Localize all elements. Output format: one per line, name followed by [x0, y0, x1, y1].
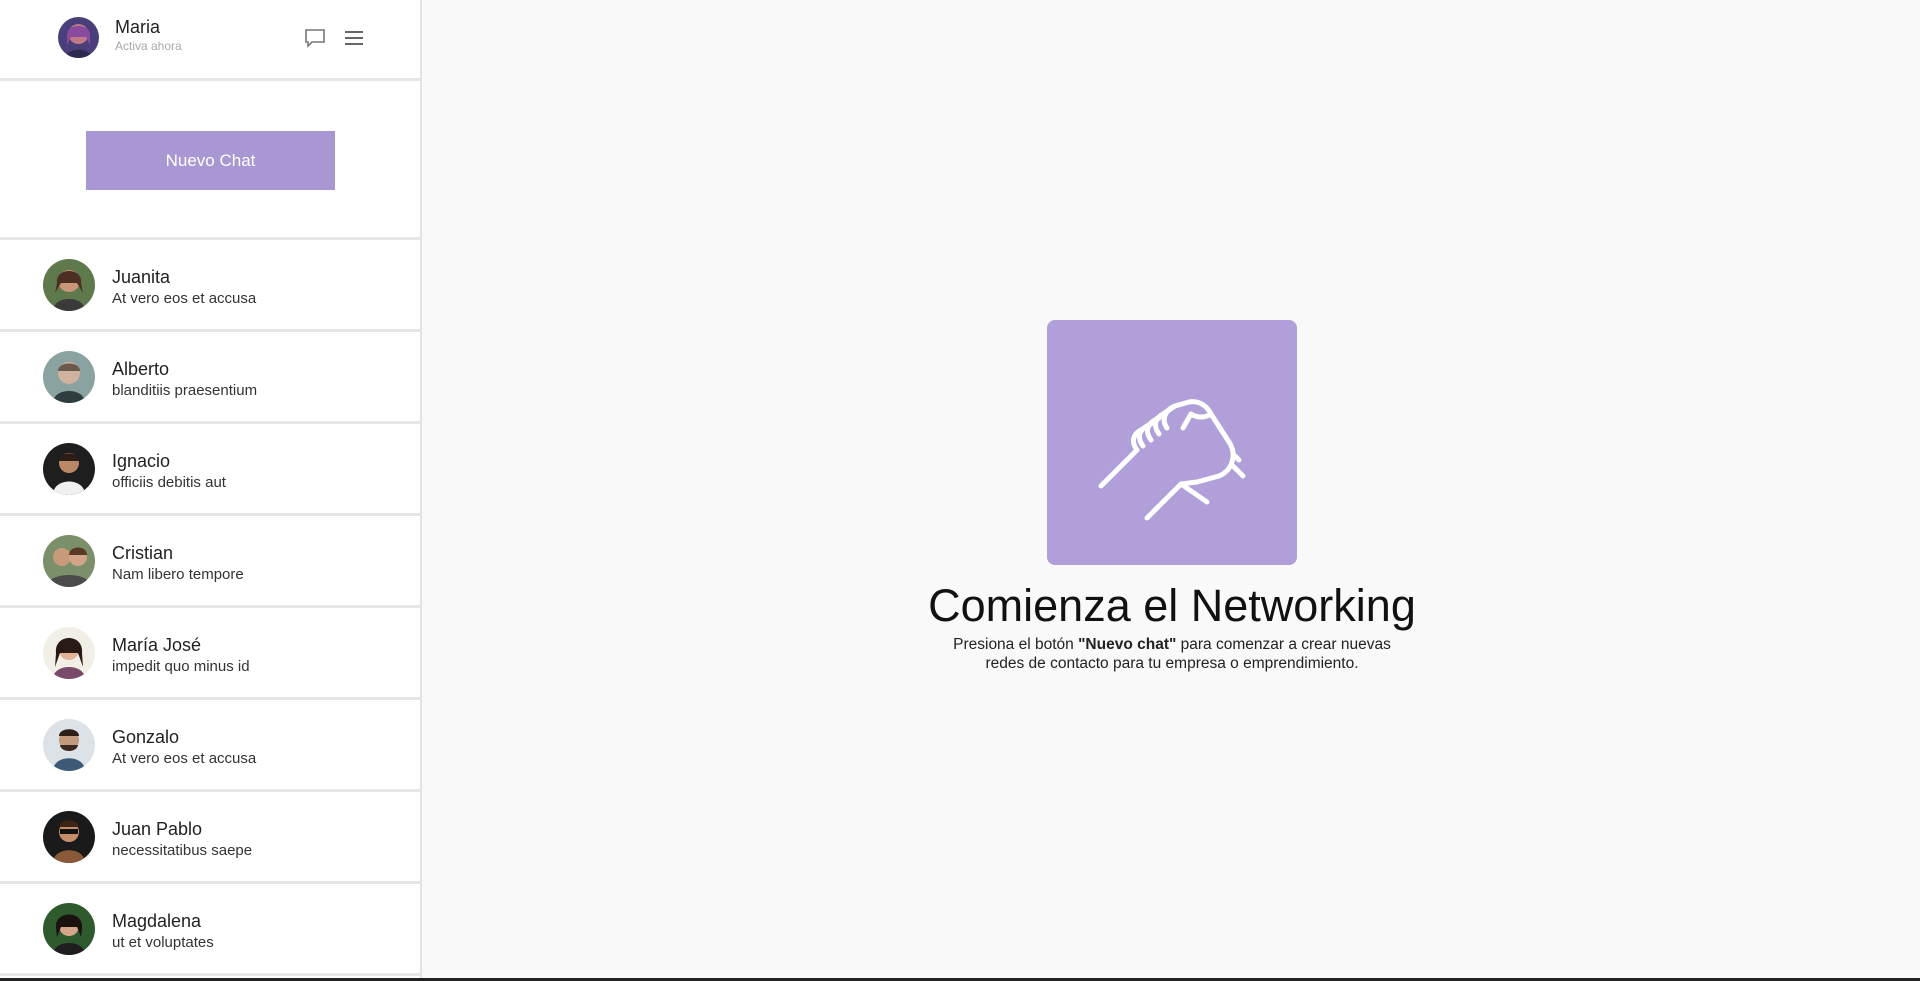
profile-name: Maria [115, 17, 161, 37]
avatar [43, 351, 95, 403]
avatar [43, 443, 95, 495]
contact-last-message: At vero eos et accusa [112, 750, 257, 767]
contact-last-message: At vero eos et accusa [112, 290, 257, 307]
contact-name: Juanita [112, 267, 171, 287]
hero-description: Presiona el botón "Nuevo chat" para come… [424, 635, 1920, 673]
contact-list: Juanita At vero eos et accusa Alberto bl… [0, 240, 420, 976]
contact-last-message: officiis debitis aut [112, 474, 226, 491]
contact-name: Juan Pablo [112, 819, 203, 839]
contact-last-message: Nam libero tempore [112, 566, 244, 583]
hero-title: Comienza el Networking [928, 580, 1416, 631]
new-chat-area: Nuevo Chat [0, 81, 420, 240]
contact-item-alberto[interactable]: Alberto blanditiis praesentium [0, 332, 420, 424]
contact-last-message: blanditiis praesentium [112, 382, 258, 399]
hero-desc-text-before: Presiona el botón [953, 636, 1079, 653]
contact-item-juanita[interactable]: Juanita At vero eos et accusa [0, 240, 420, 332]
new-chat-button[interactable]: Nuevo Chat [86, 131, 335, 190]
handshake-icon [1098, 398, 1246, 520]
avatar [43, 627, 95, 679]
avatar[interactable] [58, 17, 99, 58]
contact-last-message: necessitatibus saepe [112, 842, 253, 859]
hero-box [1047, 320, 1297, 565]
contact-name: Magdalena [112, 911, 202, 931]
avatar [43, 903, 95, 955]
contact-item-magdalena[interactable]: Magdalena ut et voluptates [0, 884, 420, 976]
main-panel: Comienza el Networking Presiona el botón… [424, 0, 1920, 981]
profile-header: Maria Activa ahora [0, 0, 420, 81]
hero-desc-highlight: "Nuevo chat" [1078, 636, 1177, 653]
contact-name: Gonzalo [112, 727, 180, 747]
contact-item-ignacio[interactable]: Ignacio officiis debitis aut [0, 424, 420, 516]
hero-desc-text-after: para comenzar a crear nuevas [1176, 636, 1391, 653]
contact-name: Alberto [112, 359, 170, 379]
hero-desc-line-2: redes de contacto para tu empresa o empr… [985, 655, 1359, 672]
contact-name: Ignacio [112, 451, 171, 471]
hamburger-menu-icon[interactable] [343, 27, 365, 49]
profile-status: Activa ahora [115, 39, 182, 53]
contact-item-maria-jose[interactable]: María José impedit quo minus id [0, 608, 420, 700]
contact-item-juan-pablo[interactable]: Juan Pablo necessitatibus saepe [0, 792, 420, 884]
avatar [43, 259, 95, 311]
contact-last-message: ut et voluptates [112, 934, 214, 951]
contact-item-cristian[interactable]: Cristian Nam libero tempore [0, 516, 420, 608]
avatar [43, 535, 95, 587]
contact-item-gonzalo[interactable]: Gonzalo At vero eos et accusa [0, 700, 420, 792]
avatar [43, 811, 95, 863]
contact-name: María José [112, 635, 202, 655]
contact-name: Cristian [112, 543, 174, 563]
avatar [43, 719, 95, 771]
chat-bubble-icon[interactable] [304, 27, 326, 49]
sidebar: Maria Activa ahora Nuevo Chat Juanita At… [0, 0, 422, 981]
contact-last-message: impedit quo minus id [112, 658, 250, 675]
